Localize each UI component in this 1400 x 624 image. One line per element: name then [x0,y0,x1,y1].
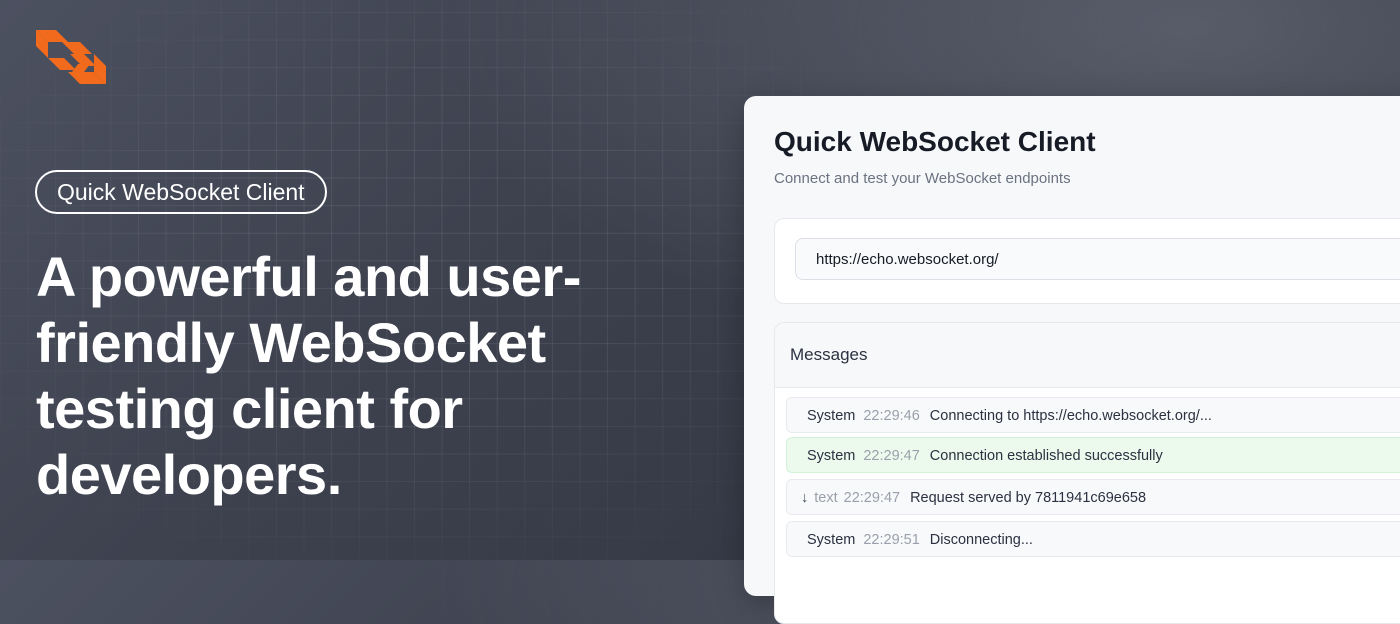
messages-title: Messages [790,345,868,364]
websocket-logo-icon [36,30,106,84]
message-source: System [807,408,856,424]
connection-card [774,218,1400,304]
message-time: 22:29:51 [863,532,920,548]
arrow-down-icon: ↓ [801,490,809,506]
app-window: Quick WebSocket Client Connect and test … [744,96,1400,624]
message-row: ↓ text 22:29:47 Request served by 7811941c6… [786,479,1400,515]
hero-headline: A powerful and user-friendly WebSocket t… [36,245,581,506]
message-text: Request served by 7811941c69e658 [910,490,1147,506]
message-time: 22:29:47 [863,448,920,464]
messages-header: Messages [775,323,1400,388]
message-type: text [814,490,838,506]
message-row: System 22:29:46 Connecting to https://echo… [786,397,1400,433]
url-input[interactable] [795,238,1400,280]
message-source: System [807,532,856,548]
message-text: Connection established successfully [929,448,1163,464]
app-subtitle: Connect and test your WebSocket endpoint… [774,170,1071,187]
message-text: Disconnecting... [929,532,1033,548]
message-row: System 22:29:51 Disconnecting... [786,521,1400,557]
messages-panel: Messages System 22:29:46 Connecting to htt… [774,322,1400,624]
message-time: 22:29:47 [843,490,901,506]
message-row: System 22:29:47 Connection established suc… [786,437,1400,473]
product-badge: Quick WebSocket Client [35,170,327,214]
message-source: System [807,448,856,464]
message-text: Connecting to https://echo.websocket.org… [929,408,1212,424]
message-time: 22:29:46 [863,408,920,424]
app-title: Quick WebSocket Client [774,126,1096,157]
